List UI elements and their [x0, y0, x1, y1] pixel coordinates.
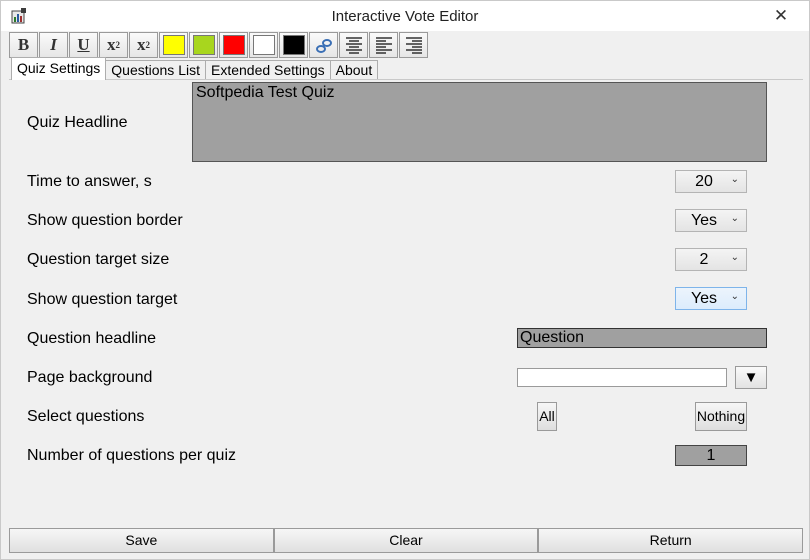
superscript-base: x	[107, 35, 116, 54]
close-button[interactable]: ✕	[769, 5, 793, 27]
color-swatch	[192, 35, 215, 55]
align-left-button[interactable]	[369, 32, 398, 58]
save-button[interactable]: Save	[9, 528, 274, 553]
subscript-exp: 2	[145, 40, 151, 50]
color-black-button[interactable]	[279, 32, 308, 58]
align-left-icon	[375, 37, 392, 54]
questions-per-quiz-label: Number of questions per quiz	[27, 447, 236, 464]
align-center-icon	[345, 37, 362, 54]
show-target-value: Yes	[690, 290, 718, 307]
italic-button[interactable]: I	[39, 32, 68, 58]
bottom-button-bar: Save Clear Return	[9, 528, 804, 553]
subscript-button[interactable]: x2	[129, 32, 158, 58]
chevron-down-icon: ⌄	[730, 291, 739, 302]
time-to-answer-label: Time to answer, s	[27, 173, 152, 190]
show-target-select[interactable]: Yes ⌄	[675, 287, 747, 310]
select-all-button[interactable]: All	[537, 402, 557, 431]
color-swatch	[222, 35, 245, 55]
color-white-button[interactable]	[249, 32, 278, 58]
title-bar: Interactive Vote Editor ✕	[1, 1, 809, 31]
page-background-label: Page background	[27, 369, 153, 386]
quiz-headline-label: Quiz Headline	[27, 114, 128, 131]
align-right-button[interactable]	[399, 32, 428, 58]
tab-extended-settings[interactable]: Extended Settings	[204, 60, 331, 80]
target-size-value: 2	[699, 251, 709, 268]
chevron-down-icon: ⌄	[730, 213, 739, 224]
show-border-select[interactable]: Yes ⌄	[675, 209, 747, 232]
questions-per-quiz-input[interactable]: 1	[675, 445, 747, 466]
target-size-select[interactable]: 2 ⌄	[675, 248, 747, 271]
show-target-label: Show question target	[27, 291, 178, 308]
color-swatch	[162, 35, 185, 55]
color-red-button[interactable]	[219, 32, 248, 58]
format-toolbar: B I U x2 x2	[9, 32, 429, 58]
chevron-down-icon: ⌄	[730, 174, 739, 185]
tab-questions-list[interactable]: Questions List	[105, 60, 206, 80]
italic-label: I	[50, 35, 57, 54]
bold-button[interactable]: B	[9, 32, 38, 58]
page-background-input[interactable]	[517, 368, 727, 387]
select-questions-label: Select questions	[27, 408, 145, 425]
tab-strip: Quiz Settings Questions List Extended Se…	[11, 57, 379, 80]
tab-quiz-settings[interactable]: Quiz Settings	[11, 57, 107, 80]
return-button[interactable]: Return	[538, 528, 804, 553]
bold-label: B	[17, 35, 30, 54]
chevron-down-icon: ⌄	[730, 252, 739, 263]
color-swatch	[252, 35, 275, 55]
underline-button[interactable]: U	[69, 32, 98, 58]
app-window: Interactive Vote Editor ✕ B I U x2 x2 Qu…	[0, 0, 810, 560]
subscript-base: x	[137, 35, 146, 54]
show-border-label: Show question border	[27, 212, 183, 229]
color-green-button[interactable]	[189, 32, 218, 58]
clear-button[interactable]: Clear	[273, 528, 539, 553]
superscript-exp: 2	[115, 40, 121, 50]
underline-label: U	[77, 35, 90, 54]
page-background-dropdown-button[interactable]: ▼	[735, 366, 767, 389]
superscript-button[interactable]: x2	[99, 32, 128, 58]
quiz-headline-input[interactable]: Softpedia Test Quiz	[192, 82, 767, 162]
question-headline-input[interactable]: Question	[517, 328, 767, 348]
show-border-value: Yes	[690, 212, 718, 229]
time-to-answer-value: 20	[695, 173, 713, 190]
question-headline-label: Question headline	[27, 330, 156, 347]
window-title: Interactive Vote Editor	[331, 8, 479, 25]
align-right-icon	[405, 37, 422, 54]
color-swatch	[282, 35, 305, 55]
select-nothing-button[interactable]: Nothing	[695, 402, 747, 431]
link-icon	[315, 39, 332, 53]
target-size-label: Question target size	[27, 251, 170, 268]
align-center-button[interactable]	[339, 32, 368, 58]
tab-about[interactable]: About	[329, 60, 379, 80]
time-to-answer-select[interactable]: 20 ⌄	[675, 170, 747, 193]
link-button[interactable]	[309, 32, 338, 58]
color-yellow-button[interactable]	[159, 32, 188, 58]
